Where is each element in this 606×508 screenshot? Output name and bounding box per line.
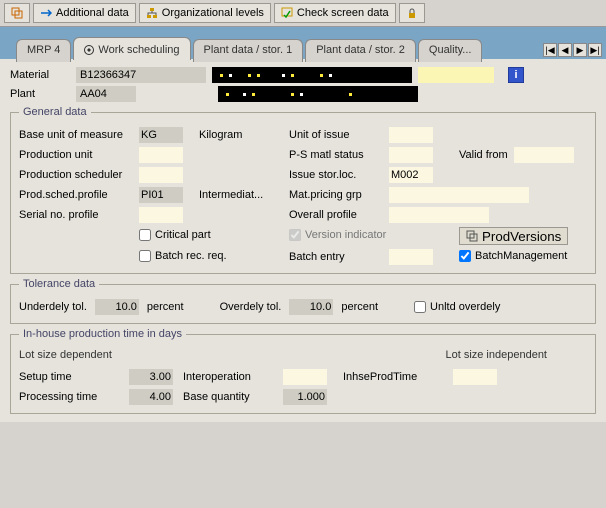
prod-scheduler-input[interactable] [139,167,183,183]
prod-scheduler-label: Production scheduler [19,169,139,181]
prod-profile-input[interactable] [139,187,183,203]
tab-plant-data-2[interactable]: Plant data / stor. 2 [305,39,416,62]
material-desc-masked [212,67,412,83]
plant-label: Plant [10,88,70,100]
prod-profile-label: Prod.sched.profile [19,189,139,201]
inhouse-group: In-house production time in days Lot siz… [10,334,596,414]
tab-next-button[interactable]: ▶ [573,43,587,57]
tab-strip: MRP 4 Work scheduling Plant data / stor.… [0,27,606,59]
overdely-label: Overdely tol. [220,301,282,313]
batch-mgmt-label: BatchManagement [475,250,567,262]
inhouse-legend: In-house production time in days [19,328,186,340]
org-levels-button[interactable]: Organizational levels [139,3,271,23]
org-levels-label: Organizational levels [162,7,264,19]
prod-profile-text: Intermediat... [199,189,289,201]
version-indicator-checkbox: Version indicator [289,229,386,241]
interoperation-label: Interoperation [183,371,283,383]
lock-button[interactable] [399,3,425,23]
additional-data-label: Additional data [56,7,129,19]
overall-profile-input[interactable] [389,207,489,223]
info-icon[interactable]: i [508,67,524,83]
unit-issue-label: Unit of issue [289,129,389,141]
critical-part-checkbox[interactable]: Critical part [139,229,211,241]
mat-pricing-input[interactable] [389,187,529,203]
prod-unit-input[interactable] [139,147,183,163]
batch-rec-checkbox[interactable]: Batch rec. req. [139,250,227,262]
base-uom-text: Kilogram [199,129,289,141]
toolbar: Additional data Organizational levels Ch… [0,0,606,27]
base-quantity-label: Base quantity [183,391,283,403]
copy-button[interactable] [4,3,30,23]
ps-status-input[interactable] [389,147,433,163]
batch-entry-label: Batch entry [289,251,389,263]
percent-label-1: percent [147,301,184,313]
unit-issue-input[interactable] [389,127,433,143]
tab-first-button[interactable]: |◀ [543,43,557,57]
material-label: Material [10,69,70,81]
prodversions-button[interactable]: ProdVersions [459,227,568,245]
prodversions-label: ProdVersions [482,229,561,244]
underdely-label: Underdely tol. [19,301,87,313]
serial-profile-label: Serial no. profile [19,209,139,221]
material-value: B12366347 [76,67,206,83]
tab-work-scheduling[interactable]: Work scheduling [73,37,190,60]
processing-time-input[interactable] [129,389,173,405]
unltd-overdely-checkbox[interactable]: Unltd overdely [414,301,500,313]
tab-nav: |◀ ◀ ▶ ▶| [543,43,602,57]
batch-rec-label: Batch rec. req. [155,250,227,262]
issue-loc-input[interactable] [389,167,433,183]
processing-time-label: Processing time [19,391,129,403]
material-desc-ext [418,67,494,83]
plant-value: AA04 [76,86,136,102]
plant-desc-masked [218,86,418,102]
tolerance-group: Tolerance data Underdely tol. percent Ov… [10,284,596,324]
content-area: Material B12366347 i Plant AA04 General … [0,59,606,422]
setup-time-input[interactable] [129,369,173,385]
lot-independent-label: Lot size independent [445,349,547,361]
overall-profile-label: Overall profile [289,209,389,221]
unltd-overdely-label: Unltd overdely [430,301,500,313]
inhse-prodtime-label: InhseProdTime [343,371,453,383]
tab-plant-data-1[interactable]: Plant data / stor. 1 [193,39,304,62]
percent-label-2: percent [341,301,378,313]
batch-entry-input[interactable] [389,249,433,265]
tolerance-legend: Tolerance data [19,278,99,290]
base-uom-label: Base unit of measure [19,129,139,141]
interoperation-input[interactable] [283,369,327,385]
base-uom-input[interactable] [139,127,183,143]
issue-loc-label: Issue stor.loc. [289,169,389,181]
overdely-input[interactable] [289,299,333,315]
version-indicator-label: Version indicator [305,229,386,241]
check-screen-button[interactable]: Check screen data [274,3,396,23]
general-data-legend: General data [19,106,91,118]
batch-mgmt-checkbox[interactable]: BatchManagement [459,250,567,262]
tab-last-button[interactable]: ▶| [588,43,602,57]
lot-dependent-label: Lot size dependent [19,349,112,361]
prod-unit-label: Production unit [19,149,139,161]
valid-from-input[interactable] [514,147,574,163]
mat-pricing-label: Mat.pricing grp [289,189,389,201]
critical-part-label: Critical part [155,229,211,241]
additional-data-button[interactable]: Additional data [33,3,136,23]
inhse-prodtime-input[interactable] [453,369,497,385]
tab-mrp4[interactable]: MRP 4 [16,39,71,62]
tab-prev-button[interactable]: ◀ [558,43,572,57]
check-screen-label: Check screen data [297,7,389,19]
setup-time-label: Setup time [19,371,129,383]
base-quantity-input[interactable] [283,389,327,405]
serial-profile-input[interactable] [139,207,183,223]
ps-status-label: P-S matl status [289,149,389,161]
general-data-group: General data Base unit of measure Kilogr… [10,112,596,274]
tab-quality[interactable]: Quality... [418,39,483,62]
underdely-input[interactable] [95,299,139,315]
valid-from-label: Valid from [459,149,514,161]
